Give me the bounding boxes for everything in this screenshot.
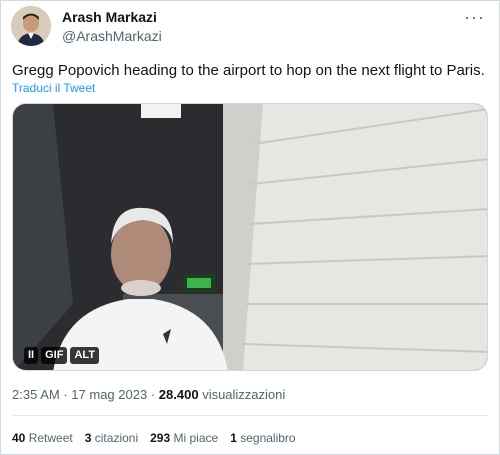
meta-separator: · [150, 387, 156, 402]
views-label: visualizzazioni [202, 387, 286, 402]
retweets-label: Retweet [28, 431, 73, 445]
bookmarks-count: 1 [230, 431, 237, 445]
likes-count: 293 [150, 431, 171, 445]
divider [12, 415, 488, 416]
quotes-stat[interactable]: 3 citazioni [85, 431, 138, 445]
quotes-label: citazioni [94, 431, 139, 445]
tweet-card: Arash Markazi @ArashMarkazi ··· Gregg Po… [0, 0, 500, 455]
author-name[interactable]: Arash Markazi [62, 9, 157, 25]
likes-label: Mi piace [173, 431, 219, 445]
author-avatar[interactable] [11, 6, 51, 46]
gif-badge: GIF [41, 347, 68, 364]
meta-separator: · [63, 387, 68, 402]
alt-text-button[interactable]: ALT [70, 347, 100, 364]
tweet-time[interactable]: 2:35 AM [12, 387, 60, 402]
retweets-stat[interactable]: 40 Retweet [12, 431, 73, 445]
retweets-count: 40 [12, 431, 26, 445]
engagement-stats: 40 Retweet 3 citazioni 293 Mi piace 1 se… [12, 431, 296, 445]
author-handle[interactable]: @ArashMarkazi [62, 28, 162, 44]
bookmarks-label: segnalibro [240, 431, 296, 445]
media-badges: II GIF ALT [24, 347, 100, 364]
translate-tweet-link[interactable]: Traduci il Tweet [12, 81, 95, 95]
tweet-media-gif[interactable]: II GIF ALT [12, 103, 488, 371]
pause-button[interactable]: II [24, 347, 39, 364]
bookmarks-stat[interactable]: 1 segnalibro [230, 431, 295, 445]
tweet-text: Gregg Popovich heading to the airport to… [12, 62, 485, 79]
quotes-count: 3 [84, 431, 92, 445]
more-options-icon[interactable]: ··· [464, 7, 485, 28]
views-count: 28.400 [158, 387, 199, 402]
tweet-date[interactable]: 17 mag 2023 [71, 387, 147, 402]
tweet-meta: 2:35 AM · 17 mag 2023 · 28.400 visualizz… [12, 387, 285, 402]
likes-stat[interactable]: 293 Mi piace [150, 431, 218, 445]
